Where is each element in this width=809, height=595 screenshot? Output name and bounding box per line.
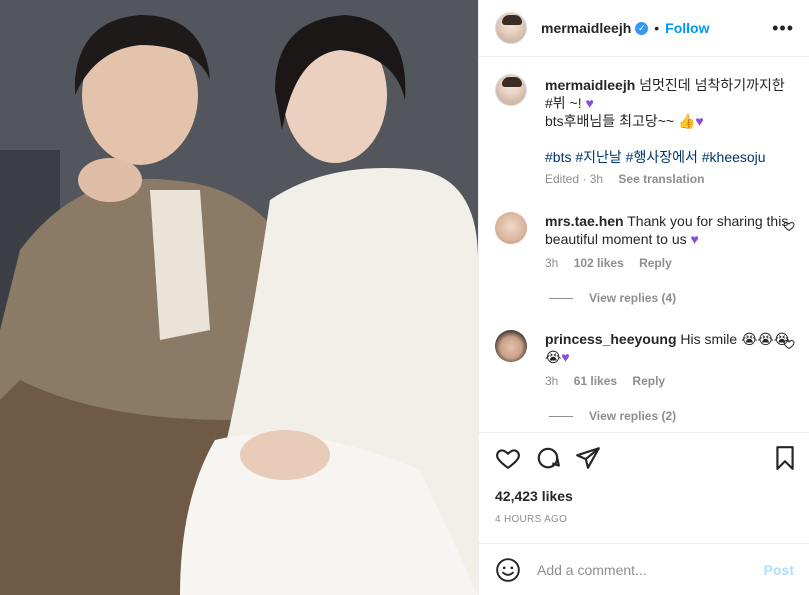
comment-username[interactable]: princess_heeyoung bbox=[545, 331, 677, 347]
post-photo[interactable] bbox=[0, 0, 478, 595]
bookmark-icon[interactable] bbox=[772, 445, 798, 471]
view-replies-button[interactable]: View replies (2) bbox=[549, 409, 676, 423]
see-translation-link[interactable]: See translation bbox=[618, 172, 704, 186]
post-time: 4 HOURS AGO bbox=[495, 514, 568, 525]
comment-text: mrs.tae.hen Thank you for sharing this b… bbox=[545, 212, 795, 248]
caption-username[interactable]: mermaidleejh bbox=[545, 77, 635, 93]
reply-button[interactable]: Reply bbox=[639, 256, 672, 270]
caption-avatar[interactable] bbox=[495, 74, 527, 106]
view-replies-label: View replies (2) bbox=[589, 409, 677, 423]
post-comment-button[interactable]: Post bbox=[764, 562, 794, 578]
comment-text: princess_heeyoung His smile 😭😭😭😭♥ bbox=[545, 330, 795, 366]
separator-dot: • bbox=[654, 20, 660, 36]
author-username[interactable]: mermaidleejh bbox=[541, 20, 631, 36]
emoji-icon[interactable] bbox=[495, 557, 521, 583]
comment-username[interactable]: mrs.tae.hen bbox=[545, 213, 624, 229]
comment-likes[interactable]: 61 likes bbox=[574, 374, 617, 388]
comment-item: princess_heeyoung His smile 😭😭😭😭♥ 3h 61 … bbox=[495, 328, 795, 428]
action-bar bbox=[479, 432, 809, 471]
comment-age: 3h bbox=[545, 374, 559, 388]
thumbs-up-icon: 👍 bbox=[677, 113, 696, 129]
comments-scroll-area[interactable]: mermaidleejh 넘멋진데 넘착하기까지한 #뷔 ~! ♥ bts후배님… bbox=[479, 58, 809, 432]
comment-meta: 3h 102 likes Reply bbox=[545, 256, 684, 270]
post-header: mermaidleejh ✓ • Follow ••• bbox=[479, 0, 809, 57]
more-options-icon[interactable]: ••• bbox=[772, 18, 794, 39]
purple-heart-icon: ♥ bbox=[690, 231, 699, 247]
likes-count[interactable]: 42,423 likes bbox=[495, 488, 573, 504]
follow-button[interactable]: Follow bbox=[665, 20, 709, 36]
view-replies-label: View replies (4) bbox=[589, 291, 677, 305]
comment-meta: 3h 61 likes Reply bbox=[545, 374, 677, 388]
view-replies-button[interactable]: View replies (4) bbox=[549, 291, 676, 305]
photo-illustration bbox=[0, 0, 478, 595]
commenter-avatar[interactable] bbox=[495, 212, 527, 244]
comment-item: mrs.tae.hen Thank you for sharing this b… bbox=[495, 210, 795, 310]
heart-icon[interactable] bbox=[495, 445, 521, 471]
verified-badge-icon: ✓ bbox=[635, 21, 649, 35]
caption-meta: Edited · 3h See translation bbox=[545, 172, 716, 186]
caption-edited: Edited · 3h bbox=[545, 172, 604, 186]
share-icon[interactable] bbox=[575, 445, 601, 471]
purple-heart-icon: ♥ bbox=[561, 349, 570, 365]
replies-line bbox=[549, 415, 573, 417]
post-details-panel: mermaidleejh ✓ • Follow ••• mermaidleejh… bbox=[478, 0, 809, 595]
comment-age: 3h bbox=[545, 256, 559, 270]
comment-input[interactable] bbox=[535, 560, 764, 579]
like-comment-icon[interactable] bbox=[783, 338, 795, 350]
replies-line bbox=[549, 297, 573, 299]
caption-line2: bts후배님들 최고당~~ bbox=[545, 113, 675, 129]
like-comment-icon[interactable] bbox=[783, 220, 795, 232]
purple-heart-icon: ♥ bbox=[695, 113, 704, 129]
caption-text: mermaidleejh 넘멋진데 넘착하기까지한 #뷔 ~! ♥ bts후배님… bbox=[545, 76, 795, 166]
reply-button[interactable]: Reply bbox=[632, 374, 665, 388]
author-avatar[interactable] bbox=[495, 12, 527, 44]
commenter-avatar[interactable] bbox=[495, 330, 527, 362]
caption-hashtags[interactable]: #bts #지난날 #행사장에서 #kheesoju bbox=[545, 149, 766, 165]
add-comment-bar: Post bbox=[479, 543, 809, 595]
comment-body: His smile bbox=[680, 331, 738, 347]
purple-heart-icon: ♥ bbox=[585, 95, 594, 111]
comment-likes[interactable]: 102 likes bbox=[574, 256, 624, 270]
comment-icon[interactable] bbox=[535, 445, 561, 471]
